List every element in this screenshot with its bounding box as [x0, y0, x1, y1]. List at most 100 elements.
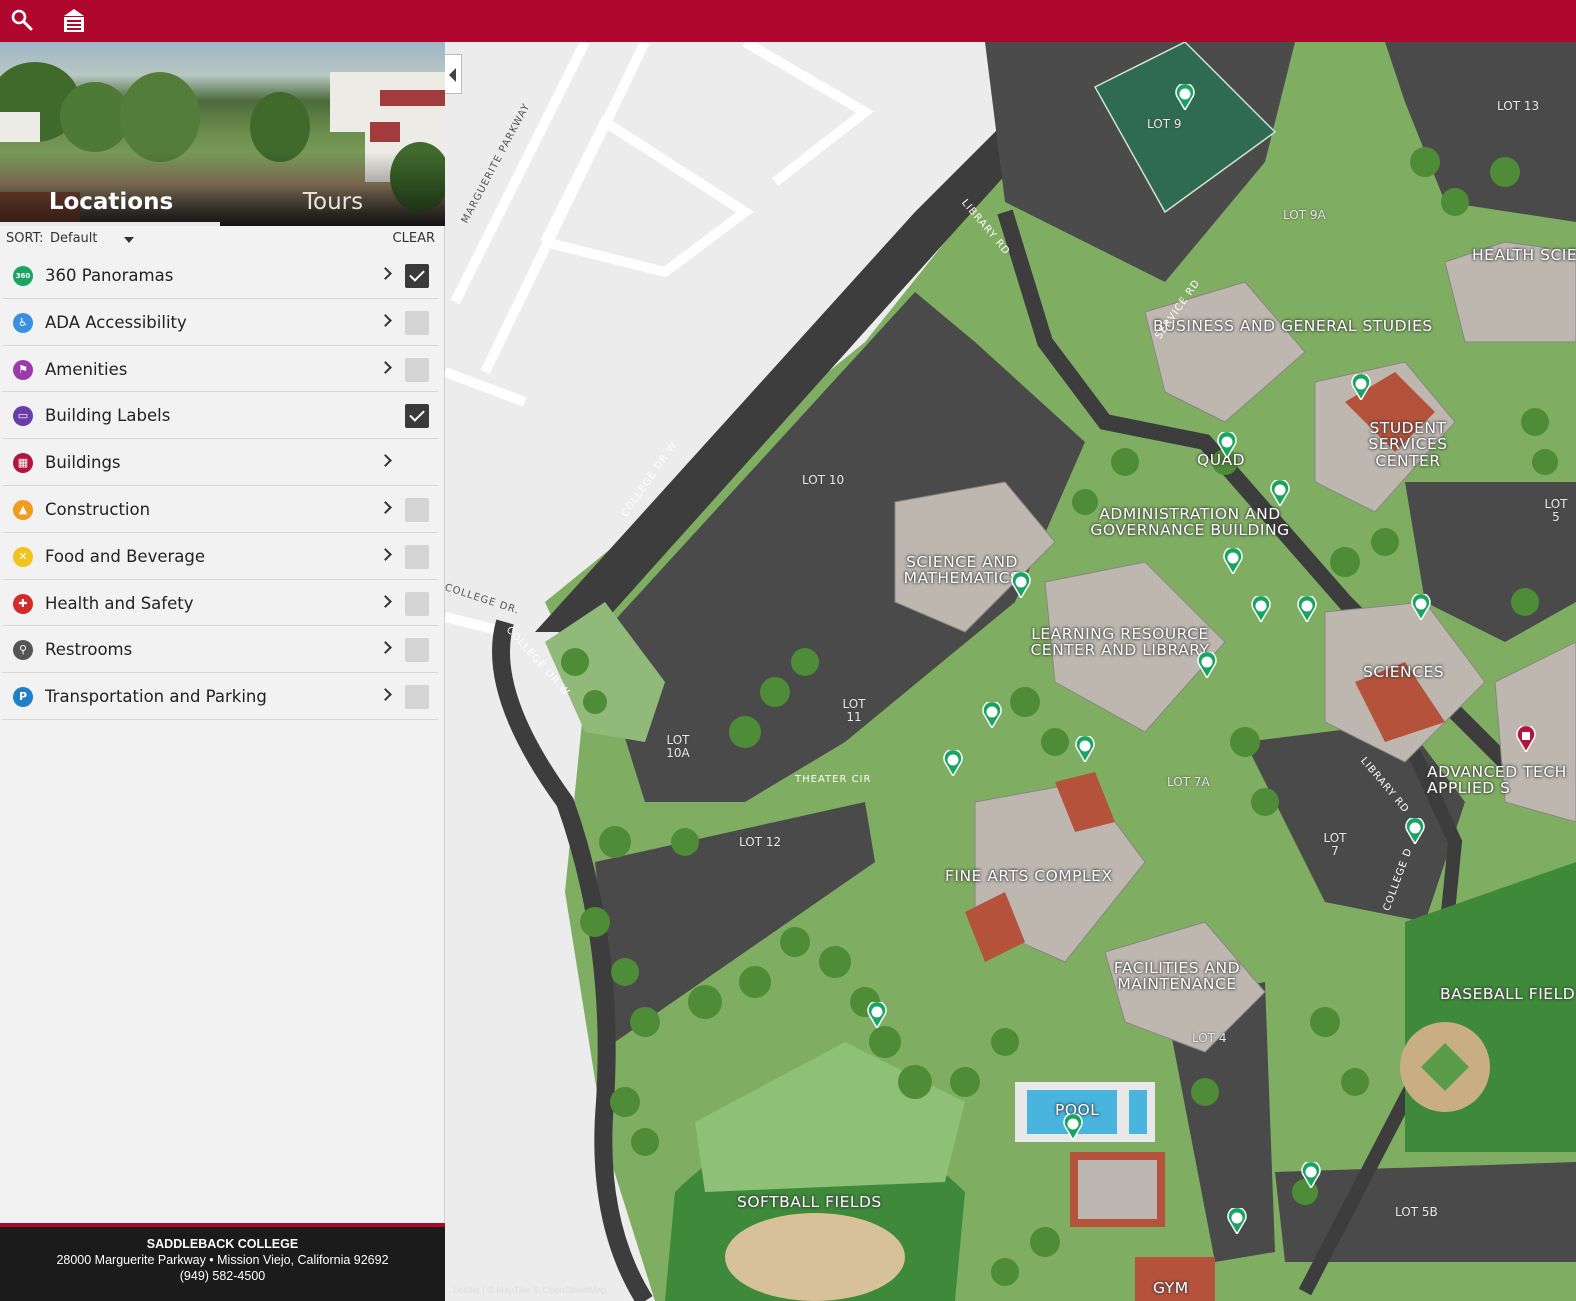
- map-label-fine-arts[interactable]: FINE ARTS COMPLEX: [945, 868, 1113, 885]
- chevron-right-icon[interactable]: [379, 688, 392, 702]
- campus-hero-image: Locations Tours: [0, 42, 445, 226]
- map-label-advanced-tech[interactable]: ADVANCED TECH APPLIED S: [1427, 764, 1576, 797]
- panorama-360-pin[interactable]: [1223, 548, 1243, 574]
- wheelchair-icon: ♿: [13, 312, 33, 333]
- map-label-sciences[interactable]: SCIENCES: [1363, 664, 1444, 681]
- parking-icon: P: [13, 687, 33, 708]
- search-icon[interactable]: [10, 8, 34, 32]
- map-label-gym[interactable]: GYM: [1153, 1280, 1189, 1297]
- category-checkbox[interactable]: [405, 310, 429, 335]
- clear-button[interactable]: CLEAR: [393, 231, 435, 246]
- category-checkbox[interactable]: [405, 497, 429, 522]
- category-checkbox[interactable]: [405, 404, 429, 429]
- map-label-lot-7: LOT 7: [1323, 831, 1347, 858]
- map-label-lot-4: LOT 4: [1192, 1031, 1227, 1045]
- collapse-sidebar-button[interactable]: [445, 54, 462, 94]
- chevron-right-icon[interactable]: [379, 454, 392, 468]
- sidebar: Locations Tours SORT: Default CLEAR 360 3…: [0, 42, 445, 1301]
- category-row[interactable]: ✕ Food and Beverage: [3, 533, 438, 580]
- map-label-lot-13: LOT 13: [1497, 99, 1540, 113]
- tab-locations[interactable]: Locations: [0, 188, 222, 226]
- category-label: Transportation and Parking: [45, 687, 267, 707]
- chevron-right-icon[interactable]: [379, 594, 392, 608]
- panorama-360-pin[interactable]: [1297, 596, 1317, 622]
- college-footer: SADDLEBACK COLLEGE 28000 Marguerite Park…: [0, 1223, 445, 1301]
- panorama-360-pin[interactable]: [1270, 480, 1290, 506]
- college-name: SADDLEBACK COLLEGE: [146, 1237, 299, 1251]
- map-label-baseball[interactable]: BASEBALL FIELD: [1440, 986, 1575, 1003]
- category-checkbox[interactable]: [405, 357, 429, 382]
- panorama-360-pin[interactable]: [1075, 736, 1095, 762]
- tab-tours[interactable]: Tours: [222, 188, 444, 226]
- category-label: Health and Safety: [45, 593, 194, 613]
- panorama-360-pin[interactable]: [1251, 596, 1271, 622]
- map-label-lot-9a: LOT 9A: [1283, 208, 1326, 222]
- campus-home-icon[interactable]: [62, 6, 86, 34]
- map-label-softball[interactable]: SOFTBALL FIELDS: [737, 1194, 882, 1211]
- map-label-health-sciences[interactable]: HEALTH SCIENCES: [1472, 247, 1576, 264]
- panorama-360-pin[interactable]: [1227, 1208, 1247, 1234]
- map-label-lot-10: LOT 10: [802, 473, 845, 487]
- category-checkbox[interactable]: [405, 544, 429, 569]
- map-label-lrc-library[interactable]: LEARNING RESOURCE CENTER AND LIBRARY: [1020, 626, 1220, 659]
- panorama-360-pin[interactable]: [1217, 432, 1237, 458]
- category-label: Food and Beverage: [45, 546, 206, 566]
- panorama-360-pin[interactable]: [1301, 1162, 1321, 1188]
- construction-icon: ▲: [13, 499, 33, 520]
- building-pin-icon[interactable]: [1516, 726, 1536, 752]
- category-row[interactable]: P Transportation and Parking: [3, 673, 438, 720]
- category-label: ADA Accessibility: [45, 312, 187, 332]
- chevron-right-icon[interactable]: [379, 360, 392, 374]
- road-theater-cir: THEATER CIR: [795, 774, 872, 785]
- category-row[interactable]: ⚑ Amenities: [3, 346, 438, 393]
- panorama-360-pin[interactable]: [1405, 818, 1425, 844]
- category-checkbox[interactable]: [405, 638, 429, 663]
- restroom-icon: ⚲: [13, 640, 33, 661]
- map-attribution[interactable]: Leaflet | © MapTiler © OpenStreetMap: [453, 1285, 606, 1295]
- chevron-right-icon[interactable]: [379, 547, 392, 561]
- chevron-right-icon[interactable]: [379, 501, 392, 514]
- category-checkbox[interactable]: [405, 591, 429, 616]
- panorama-360-pin[interactable]: [1011, 572, 1031, 598]
- category-row[interactable]: ♿ ADA Accessibility: [3, 299, 438, 346]
- panorama-360-pin[interactable]: [943, 750, 963, 776]
- panorama-360-pin[interactable]: [982, 702, 1002, 728]
- college-address: 28000 Marguerite Parkway • Mission Viejo…: [56, 1253, 389, 1267]
- category-label: Building Labels: [45, 406, 171, 426]
- panorama-360-pin[interactable]: [1175, 84, 1195, 110]
- category-checkbox[interactable]: [405, 264, 429, 288]
- category-row[interactable]: ▦ Buildings: [3, 439, 438, 486]
- top-bar: [0, 0, 1576, 42]
- map-label-lot-7a: LOT 7A: [1167, 775, 1210, 789]
- map-label-lot-5: LOT 5: [1544, 497, 1568, 524]
- flag-icon: ⚑: [13, 359, 33, 380]
- map-label-facilities[interactable]: FACILITIES AND MAINTENANCE: [1107, 960, 1247, 993]
- category-row[interactable]: ▲ Construction: [3, 486, 438, 533]
- map-label-science-math[interactable]: SCIENCE AND MATHEMATICS: [897, 554, 1027, 587]
- panorama-360-pin[interactable]: [867, 1002, 887, 1028]
- sort-bar: SORT: Default CLEAR: [0, 226, 445, 252]
- panorama-360-pin[interactable]: [1351, 374, 1371, 400]
- panorama-360-pin[interactable]: [1063, 1114, 1083, 1140]
- chevron-right-icon[interactable]: [379, 267, 392, 280]
- health-cross-icon: ✚: [13, 593, 33, 614]
- sort-caret-icon[interactable]: [124, 237, 134, 243]
- map-label-administration[interactable]: ADMINISTRATION AND GOVERNANCE BUILDING: [1085, 506, 1295, 539]
- campus-map[interactable]: HEALTH SCIENCES BUSINESS AND GENERAL STU…: [445, 42, 1576, 1301]
- map-label-student-services[interactable]: STUDENT SERVICES CENTER: [1363, 420, 1453, 469]
- map-label-lot-10a: LOT 10A: [666, 733, 690, 760]
- category-label: Buildings: [45, 453, 121, 473]
- category-row[interactable]: ▭ Building Labels: [3, 392, 438, 440]
- map-label-business[interactable]: BUSINESS AND GENERAL STUDIES: [1153, 318, 1433, 335]
- sort-select[interactable]: Default: [50, 231, 98, 246]
- category-checkbox[interactable]: [405, 685, 429, 710]
- chevron-right-icon[interactable]: [379, 313, 392, 327]
- chevron-right-icon[interactable]: [379, 641, 392, 655]
- category-row[interactable]: ✚ Health and Safety: [3, 580, 438, 627]
- panorama-360-pin[interactable]: [1197, 652, 1217, 678]
- category-label: 360 Panoramas: [45, 266, 174, 285]
- category-row[interactable]: 360 360 Panoramas: [3, 252, 438, 299]
- category-row[interactable]: ⚲ Restrooms: [3, 626, 438, 674]
- panorama-360-icon: 360: [13, 266, 33, 286]
- panorama-360-pin[interactable]: [1411, 594, 1431, 620]
